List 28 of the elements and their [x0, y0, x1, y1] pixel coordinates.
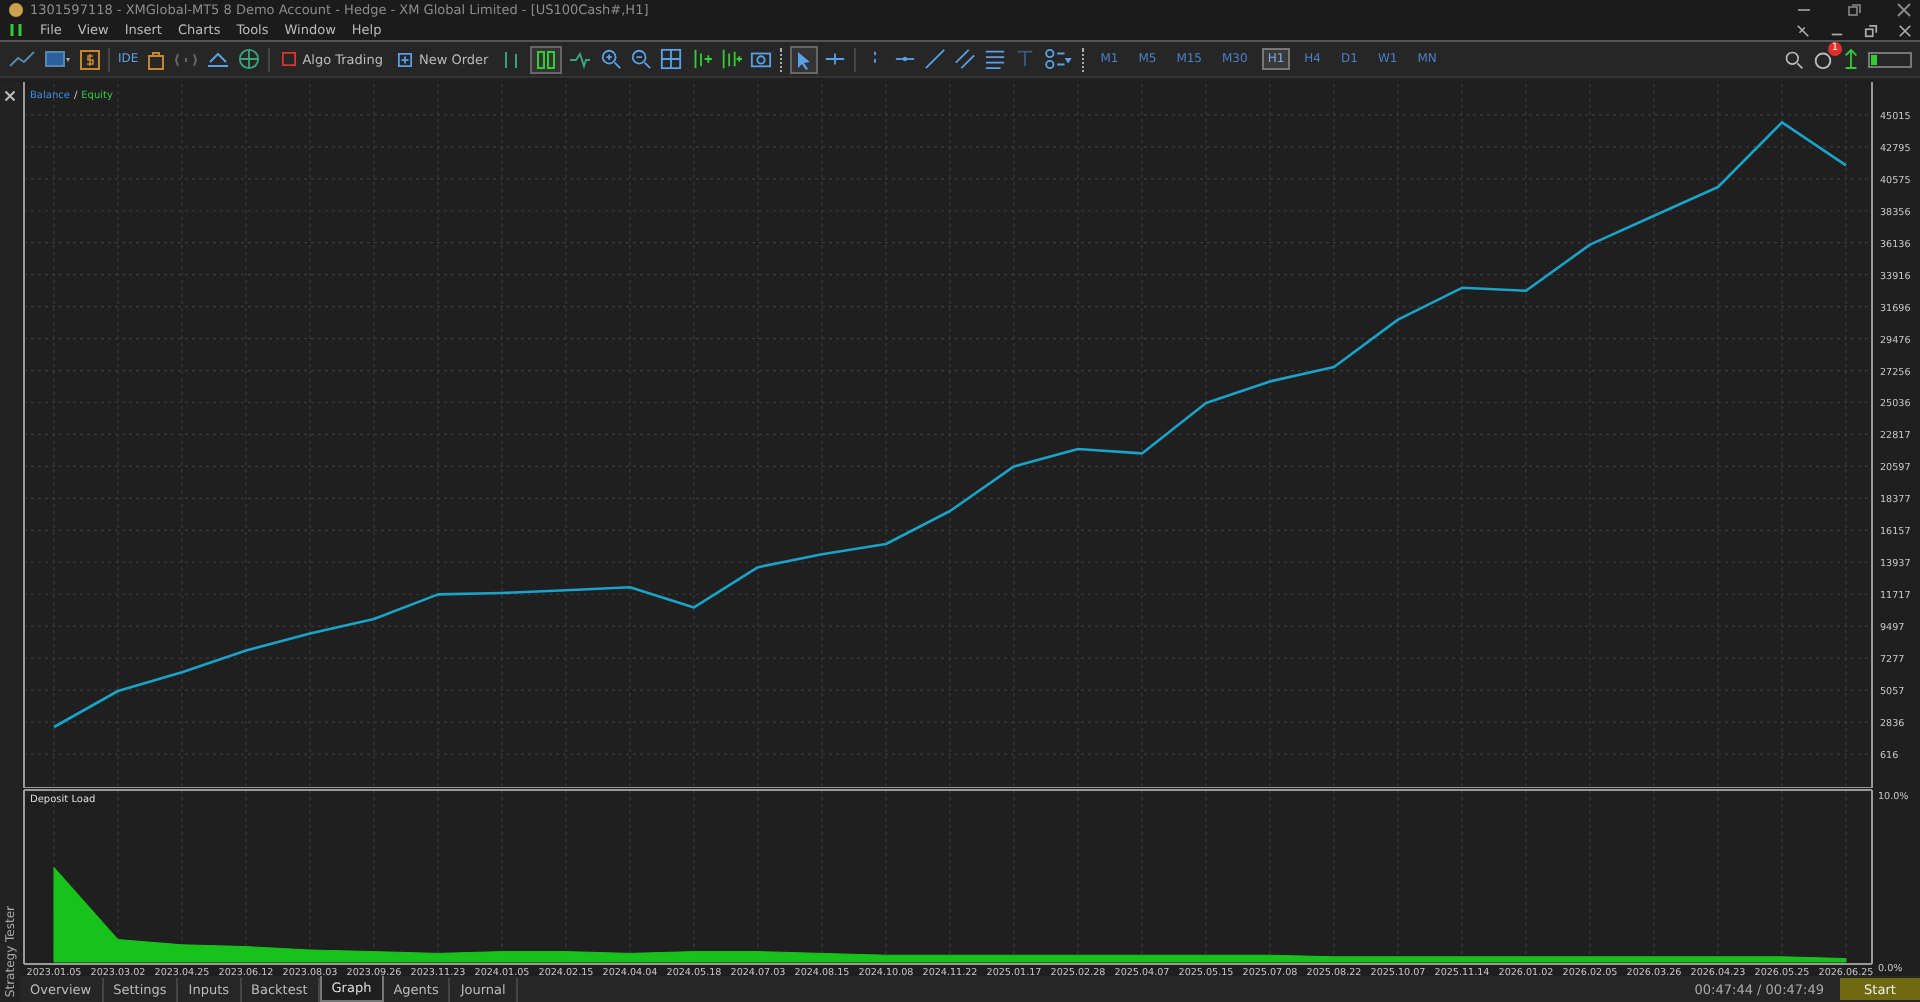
bag-icon[interactable]: [146, 49, 167, 69]
connection-meter-icon: [1868, 51, 1912, 67]
trendline-icon[interactable]: [924, 48, 947, 70]
grid-icon[interactable]: [660, 48, 683, 70]
restore-icon[interactable]: [1846, 2, 1862, 18]
zoom-out-icon[interactable]: [630, 48, 653, 70]
camera-icon[interactable]: [750, 48, 773, 70]
restore-icon[interactable]: [1864, 23, 1878, 37]
square-icon: [282, 52, 297, 66]
app-logo-icon: [8, 2, 24, 18]
window-icon[interactable]: [44, 49, 72, 69]
channel-icon[interactable]: [954, 48, 977, 70]
line-chart-icon[interactable]: [568, 49, 593, 69]
crosshair-icon[interactable]: [824, 48, 847, 70]
search-icon[interactable]: [1784, 49, 1804, 69]
candlestick-icon[interactable]: [532, 47, 561, 71]
dollar-icon[interactable]: [80, 49, 100, 69]
close-icon[interactable]: [1896, 2, 1912, 18]
indicator-list-icon[interactable]: [720, 48, 743, 70]
plus-icon: [398, 51, 413, 67]
close-icon[interactable]: [4, 90, 16, 102]
cursor-icon[interactable]: [792, 47, 817, 71]
globe-icon[interactable]: [238, 48, 261, 70]
indicator-add-icon[interactable]: [690, 48, 713, 70]
shapes-icon[interactable]: [1044, 48, 1075, 70]
close-icon[interactable]: [1898, 23, 1912, 37]
zoom-in-icon[interactable]: [600, 48, 623, 70]
line-chart-icon[interactable]: [8, 49, 36, 69]
